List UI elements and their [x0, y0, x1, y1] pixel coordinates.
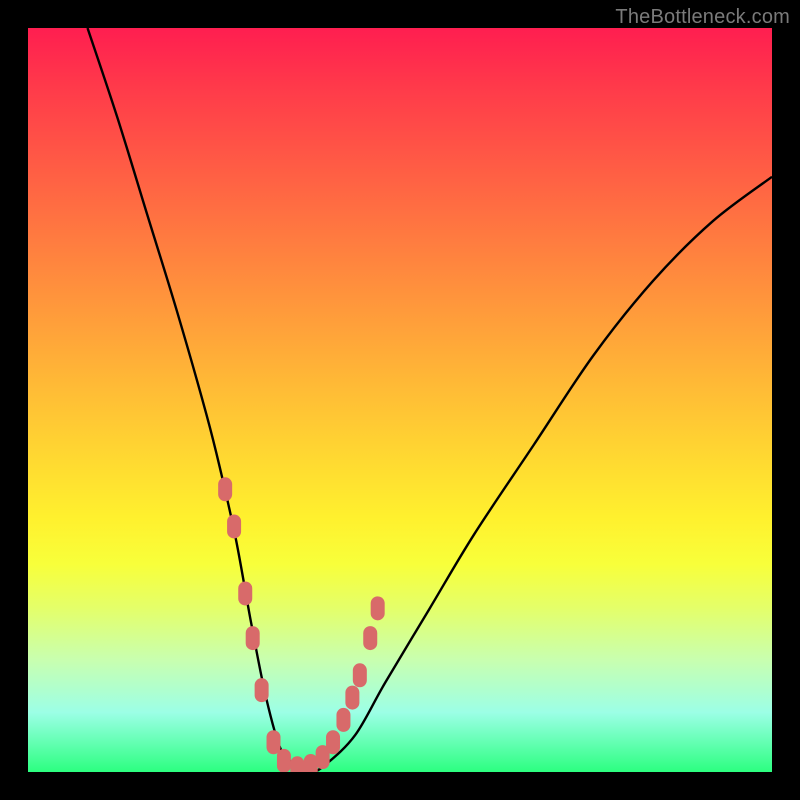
- highlight-marker: [371, 596, 385, 620]
- highlight-marker: [218, 477, 232, 501]
- marker-group: [218, 477, 385, 772]
- highlight-marker: [277, 749, 291, 772]
- highlight-markers-layer: [28, 28, 772, 772]
- highlight-marker: [353, 663, 367, 687]
- highlight-marker: [267, 730, 281, 754]
- highlight-marker: [255, 678, 269, 702]
- highlight-marker: [227, 514, 241, 538]
- highlight-marker: [238, 581, 252, 605]
- highlight-marker: [326, 730, 340, 754]
- watermark-text: TheBottleneck.com: [615, 6, 790, 29]
- chart-plot-area: [28, 28, 772, 772]
- highlight-marker: [345, 686, 359, 710]
- highlight-marker: [363, 626, 377, 650]
- highlight-marker: [246, 626, 260, 650]
- highlight-marker: [304, 754, 318, 772]
- highlight-marker: [290, 756, 304, 772]
- highlight-marker: [336, 708, 350, 732]
